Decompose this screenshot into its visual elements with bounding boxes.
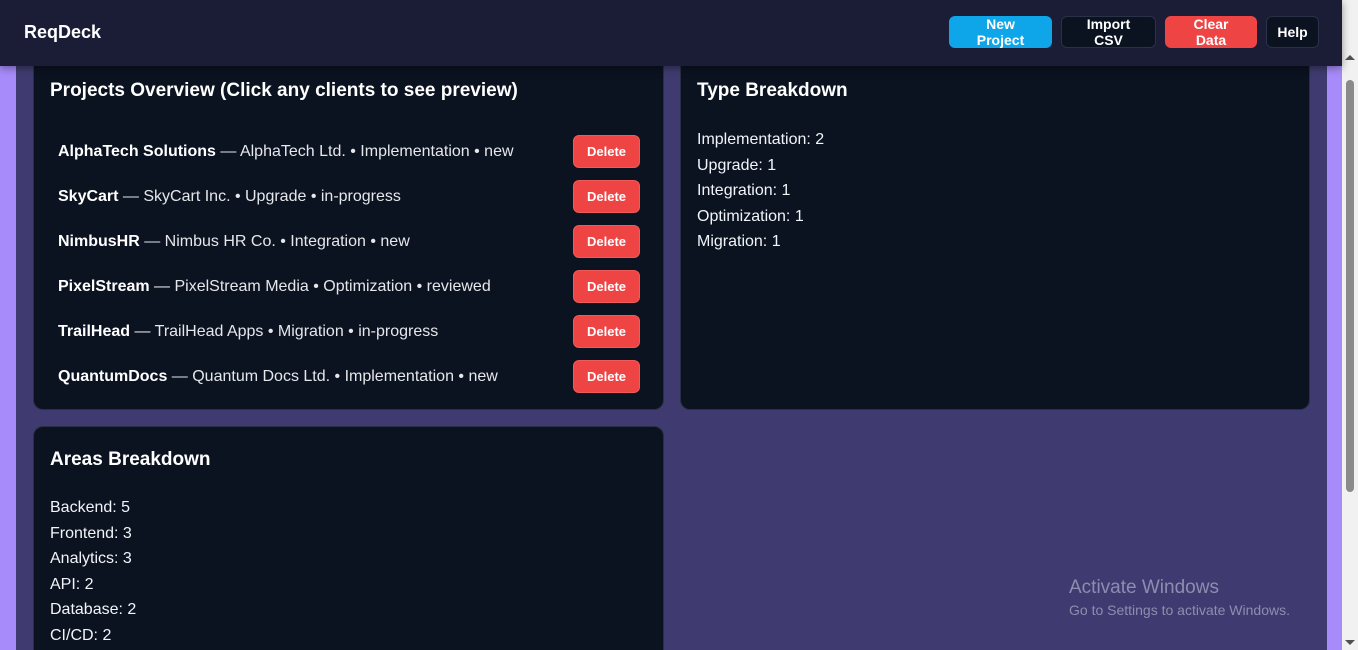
project-name[interactable]: TrailHead [58, 323, 130, 340]
project-details: — TrailHead Apps • Migration • in-progre… [130, 322, 439, 340]
top-navbar: ReqDeck New Project Import CSV Clear Dat… [0, 0, 1342, 66]
type-breakdown-list: Implementation: 2 Upgrade: 1 Integration… [697, 127, 824, 255]
areas-breakdown-list: Backend: 5 Frontend: 3 Analytics: 3 API:… [50, 495, 136, 649]
projects-overview-card: Projects Overview (Click any clients to … [33, 56, 664, 410]
areas-breakdown-title: Areas Breakdown [50, 449, 211, 470]
clear-data-button[interactable]: Clear Data [1165, 16, 1257, 48]
delete-project-button[interactable]: Delete [573, 315, 640, 348]
header-actions: New Project Import CSV Clear Data Help [949, 16, 1319, 48]
project-details: — SkyCart Inc. • Upgrade • in-progress [118, 187, 401, 205]
project-row[interactable]: SkyCart — SkyCart Inc. • Upgrade • in-pr… [58, 174, 640, 219]
type-stat: Upgrade: 1 [697, 156, 777, 174]
project-name[interactable]: QuantumDocs [58, 368, 167, 385]
type-stat: Implementation: 2 [697, 131, 825, 148]
scroll-down-arrow-icon[interactable] [1345, 640, 1355, 645]
delete-project-button[interactable]: Delete [573, 225, 640, 258]
project-details: — Quantum Docs Ltd. • Implementation • n… [167, 367, 498, 385]
type-breakdown-title: Type Breakdown [697, 80, 848, 101]
project-label[interactable]: NimbusHR — Nimbus HR Co. • Integration •… [58, 233, 410, 251]
scroll-up-arrow-icon[interactable] [1345, 55, 1355, 60]
project-name[interactable]: NimbusHR [58, 233, 140, 250]
new-project-button[interactable]: New Project [949, 16, 1052, 48]
project-label[interactable]: TrailHead — TrailHead Apps • Migration •… [58, 323, 438, 341]
project-list: AlphaTech Solutions — AlphaTech Ltd. • I… [58, 129, 640, 399]
delete-project-button[interactable]: Delete [573, 180, 640, 213]
project-label[interactable]: AlphaTech Solutions — AlphaTech Ltd. • I… [58, 143, 514, 161]
areas-breakdown-card: Areas Breakdown Backend: 5 Frontend: 3 A… [33, 426, 664, 650]
type-stat: Integration: 1 [697, 182, 791, 200]
project-row[interactable]: AlphaTech Solutions — AlphaTech Ltd. • I… [58, 129, 640, 174]
project-name[interactable]: PixelStream [58, 278, 150, 295]
scrollbar-thumb[interactable] [1346, 80, 1354, 492]
brand-logo[interactable]: ReqDeck [24, 22, 101, 43]
area-stat: CI/CD: 2 [50, 626, 112, 644]
project-row[interactable]: NimbusHR — Nimbus HR Co. • Integration •… [58, 219, 640, 264]
help-button[interactable]: Help [1266, 16, 1319, 48]
delete-project-button[interactable]: Delete [573, 135, 640, 168]
type-stat: Optimization: 1 [697, 207, 804, 225]
project-label[interactable]: PixelStream — PixelStream Media • Optimi… [58, 278, 491, 296]
project-name[interactable]: AlphaTech Solutions [58, 143, 216, 160]
import-csv-button[interactable]: Import CSV [1061, 16, 1156, 48]
watermark-title: Activate Windows [1069, 577, 1219, 598]
project-name[interactable]: SkyCart [58, 188, 118, 205]
area-stat: Frontend: 3 [50, 524, 132, 542]
area-stat: Backend: 5 [50, 499, 131, 516]
delete-project-button[interactable]: Delete [573, 270, 640, 303]
area-stat: Database: 2 [50, 601, 137, 619]
area-stat: Analytics: 3 [50, 550, 132, 568]
type-breakdown-card: Type Breakdown Implementation: 2 Upgrade… [680, 56, 1310, 410]
area-stat: API: 2 [50, 575, 94, 593]
project-label[interactable]: SkyCart — SkyCart Inc. • Upgrade • in-pr… [58, 188, 401, 206]
project-details: — Nimbus HR Co. • Integration • new [139, 232, 410, 250]
project-row[interactable]: QuantumDocs — Quantum Docs Ltd. • Implem… [58, 354, 640, 399]
type-stat: Migration: 1 [697, 233, 781, 251]
windows-activation-watermark: Activate Windows Go to Settings to activ… [1069, 577, 1290, 618]
watermark-subtitle: Go to Settings to activate Windows. [1069, 602, 1290, 618]
project-label[interactable]: QuantumDocs — Quantum Docs Ltd. • Implem… [58, 368, 498, 386]
project-details: — PixelStream Media • Optimization • rev… [149, 277, 491, 295]
vertical-scrollbar[interactable] [1342, 0, 1358, 650]
projects-overview-title: Projects Overview (Click any clients to … [50, 80, 518, 101]
delete-project-button[interactable]: Delete [573, 360, 640, 393]
project-row[interactable]: TrailHead — TrailHead Apps • Migration •… [58, 309, 640, 354]
project-details: — AlphaTech Ltd. • Implementation • new [215, 142, 514, 160]
project-row[interactable]: PixelStream — PixelStream Media • Optimi… [58, 264, 640, 309]
